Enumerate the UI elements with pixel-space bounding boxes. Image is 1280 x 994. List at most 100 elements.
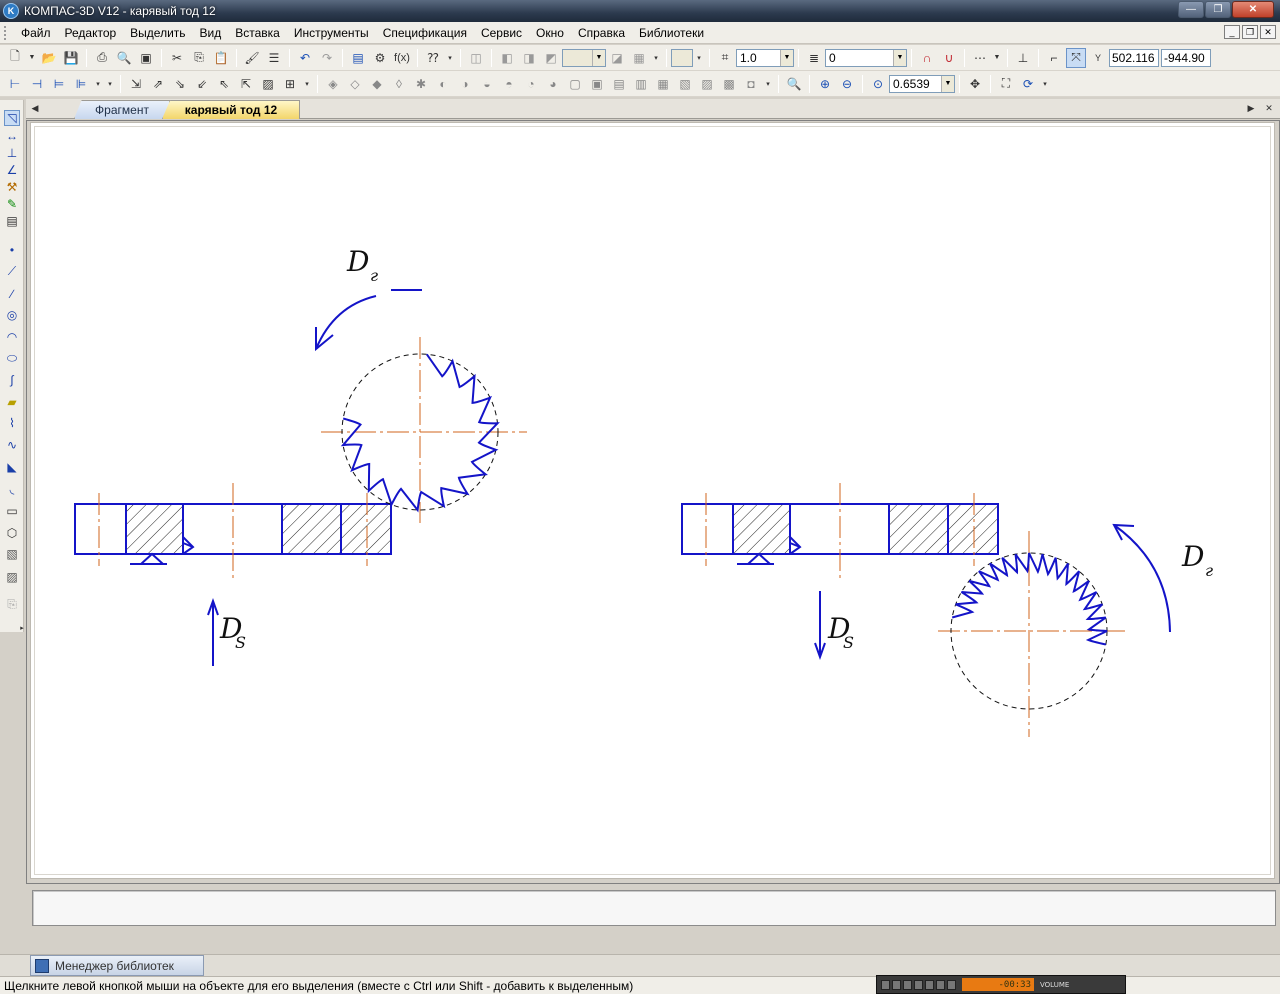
collect-contour-icon[interactable]: ⎘ — [4, 596, 20, 612]
doc-close-button[interactable]: ✕ — [1260, 25, 1276, 39]
print-preview-icon[interactable]: 🔍 — [114, 48, 134, 68]
paste-icon[interactable]: 📋 — [211, 48, 231, 68]
tab-active-document[interactable]: карявый тод 12 — [162, 100, 300, 119]
segment-tool-icon[interactable]: ∕ — [4, 286, 20, 302]
menu-libraries[interactable]: Библиотеки — [632, 22, 711, 44]
copy-icon[interactable]: ⎘ — [189, 48, 209, 68]
chamfer-tool-icon[interactable]: ◣ — [4, 459, 20, 475]
doc-minimize-button[interactable]: _ — [1224, 25, 1240, 39]
drawing-canvas[interactable]: D г D S D г D S — [30, 122, 1275, 879]
menu-specification[interactable]: Спецификация — [376, 22, 474, 44]
line-scale-icon[interactable]: ⌗ — [715, 48, 735, 68]
variables-fx-icon[interactable]: f(x) — [392, 48, 412, 68]
snap-magnet-icon[interactable]: ∩ — [917, 48, 937, 68]
grid-dropdown-icon[interactable]: ▼ — [992, 48, 1002, 68]
pause-icon[interactable] — [903, 979, 912, 990]
3d-icon-17[interactable]: ▧ — [675, 74, 695, 94]
cad-drawing[interactable]: D г D S D г D S — [31, 123, 1276, 880]
state-icon-4[interactable]: ◪ — [607, 48, 627, 68]
preview-icon[interactable]: ▣ — [136, 48, 156, 68]
parametrization-panel-icon[interactable]: ⚒ — [4, 179, 20, 195]
coord-y-field[interactable]: -944.90 — [1161, 48, 1211, 67]
new-document-icon[interactable]: 🗋 — [5, 48, 25, 68]
right-rotation-arrow[interactable] — [1112, 523, 1171, 633]
tab-scroll-right-icon[interactable]: ▶ — [1244, 101, 1258, 115]
3d-icon-14[interactable]: ▤ — [609, 74, 629, 94]
3d-icon-6[interactable]: ◐ — [433, 74, 453, 94]
left-rotation-arrow[interactable] — [315, 289, 422, 352]
state-icon-5[interactable]: ▦ — [629, 48, 649, 68]
left-feed-arrow[interactable] — [207, 598, 219, 666]
save-icon[interactable]: 💾 — [61, 48, 81, 68]
refresh-icon[interactable]: ⟳ — [1018, 74, 1038, 94]
3d-icon-1[interactable]: ◈ — [323, 74, 343, 94]
arc-tool-icon[interactable]: ◠ — [4, 329, 20, 345]
menu-view[interactable]: Вид — [193, 22, 229, 44]
ellipse-tool-icon[interactable]: ⬭ — [4, 350, 20, 366]
param-icon-4[interactable]: ⇙ — [192, 74, 212, 94]
toolbar-options-icon-5[interactable]: ▾ — [105, 74, 115, 94]
param-icon-1[interactable]: ⇲ — [126, 74, 146, 94]
zoom-window-icon[interactable]: 🔍 — [784, 74, 804, 94]
left-rotation-label[interactable]: D — [346, 245, 369, 278]
local-axes-icon[interactable]: ⊥ — [1013, 48, 1033, 68]
new-dropdown-icon[interactable]: ▼ — [27, 48, 37, 68]
manager-icon[interactable]: ▤ — [348, 48, 368, 68]
param-icon-8[interactable]: ⊞ — [280, 74, 300, 94]
3d-icon-4[interactable]: ◊ — [389, 74, 409, 94]
tab-close-icon[interactable]: ✕ — [1262, 101, 1276, 115]
toolbar-options-icon-6[interactable]: ▾ — [302, 74, 312, 94]
select-panel-icon[interactable]: ▤ — [4, 213, 20, 229]
edit-panel-icon[interactable]: ∠ — [4, 162, 20, 178]
next-track-icon[interactable] — [925, 979, 934, 990]
undo-icon[interactable]: ↶ — [295, 48, 315, 68]
volume-label[interactable]: VOLUME — [1040, 981, 1069, 989]
measure-panel-icon[interactable]: ✎ — [4, 196, 20, 212]
open-folder-icon[interactable]: 📂 — [39, 48, 59, 68]
zoom-in-icon[interactable]: ⊕ — [815, 74, 835, 94]
left-rotation-subscript[interactable]: г — [370, 266, 378, 285]
right-feed-arrow[interactable] — [814, 591, 826, 660]
contour-tool-icon[interactable]: ▨ — [4, 569, 20, 585]
local-cs-icon[interactable]: ◫ — [466, 48, 486, 68]
3d-icon-3[interactable]: ◆ — [367, 74, 387, 94]
menu-file[interactable]: Файл — [14, 22, 58, 44]
3d-icon-16[interactable]: ▦ — [653, 74, 673, 94]
layer-icon[interactable]: ≣ — [804, 48, 824, 68]
3d-icon-9[interactable]: ◓ — [499, 74, 519, 94]
redo-icon[interactable]: ↷ — [317, 48, 337, 68]
circle-tool-icon[interactable]: ◎ — [4, 307, 20, 323]
dimensions-panel-icon[interactable]: ↔ — [4, 128, 20, 144]
dimension-tool-icon-3[interactable]: ⊨ — [49, 74, 69, 94]
coord-x-field[interactable]: 502.116 — [1109, 48, 1159, 67]
param-icon-5[interactable]: ⇖ — [214, 74, 234, 94]
tab-fragment[interactable]: Фрагмент — [74, 100, 170, 119]
dimension-tool-icon-1[interactable]: ⊢ — [5, 74, 25, 94]
menu-editor[interactable]: Редактор — [58, 22, 124, 44]
empty-combo[interactable] — [671, 48, 693, 67]
param-icon-6[interactable]: ⇱ — [236, 74, 256, 94]
eject-icon[interactable] — [936, 979, 945, 990]
zoom-out-icon[interactable]: ⊖ — [837, 74, 857, 94]
3d-icon-11[interactable]: ◕ — [543, 74, 563, 94]
param-icon-3[interactable]: ⇘ — [170, 74, 190, 94]
library-manager-tab[interactable]: Менеджер библиотек — [30, 955, 204, 976]
ortho-mode-icon[interactable]: ⌐ — [1044, 48, 1064, 68]
state-icon-1[interactable]: ◧ — [497, 48, 517, 68]
dimension-tool-icon-2[interactable]: ⊣ — [27, 74, 47, 94]
zoom-scale-icon[interactable]: ⊙ — [868, 74, 888, 94]
3d-icon-13[interactable]: ▣ — [587, 74, 607, 94]
equidistant-tool-icon[interactable]: ▧ — [4, 546, 20, 562]
point-tool-icon[interactable]: • — [4, 242, 20, 258]
grid-icon[interactable]: ⋯ — [970, 48, 990, 68]
designations-panel-icon[interactable]: ⊥ — [4, 145, 20, 161]
menu-insert[interactable]: Вставка — [228, 22, 287, 44]
3d-icon-2[interactable]: ◇ — [345, 74, 365, 94]
toolbar-options-icon-4[interactable]: ▾ — [93, 74, 103, 94]
round-mode-icon[interactable]: ⤧ — [1066, 47, 1086, 68]
playlist-icon[interactable] — [947, 979, 956, 990]
cut-icon[interactable]: ✂ — [167, 48, 187, 68]
style-combo[interactable]: ▼ — [562, 48, 606, 67]
bezier-tool-icon[interactable]: ∿ — [4, 437, 20, 453]
toolbar-options-icon-3[interactable]: ▾ — [694, 48, 704, 68]
